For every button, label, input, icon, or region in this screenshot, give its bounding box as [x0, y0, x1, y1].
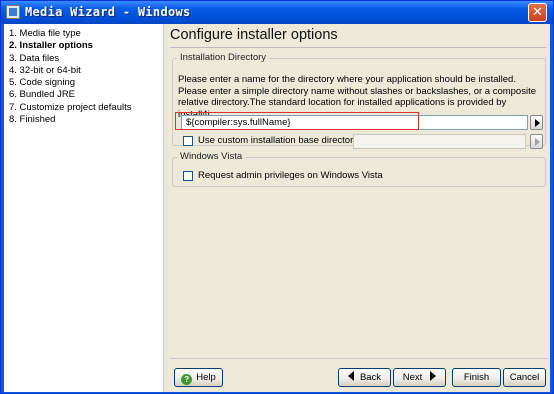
- step-item: 1. Media file type: [9, 28, 81, 39]
- admin-privileges-checkbox[interactable]: [183, 171, 193, 181]
- installation-directory-label: Installation Directory: [177, 52, 270, 63]
- installation-directory-group: Installation Directory Please enter a na…: [172, 52, 546, 149]
- back-button[interactable]: Back: [338, 368, 391, 387]
- arrow-left-icon: [347, 371, 354, 381]
- help-button[interactable]: ? Help: [174, 368, 223, 387]
- finish-button[interactable]: Finish: [452, 368, 501, 387]
- main-panel: Configure installer options Installation…: [164, 24, 550, 392]
- step-item: 6. Bundled JRE: [9, 89, 76, 101]
- wizard-window: Media Wizard - Windows ✕ 1. Media file t…: [0, 0, 554, 394]
- button-bar-divider: [170, 358, 548, 359]
- help-icon: ?: [181, 374, 193, 385]
- next-button[interactable]: Next: [393, 368, 446, 387]
- cancel-button[interactable]: Cancel: [503, 368, 546, 387]
- step-item: 5. Code signing: [9, 77, 76, 89]
- app-icon: [6, 5, 20, 19]
- dialog-client-area: 1. Media file type 2. Installer options …: [4, 24, 550, 392]
- step-item: 7. Customize project defaults: [9, 101, 132, 113]
- custom-base-browse-button[interactable]: [530, 134, 543, 149]
- wizard-steps-list: 1. Media file type 2. Installer options …: [4, 24, 164, 392]
- next-button-label: Next: [402, 372, 423, 383]
- finish-button-label: Finish: [463, 372, 490, 383]
- close-button[interactable]: ✕: [528, 3, 547, 22]
- window-title: Media Wizard - Windows: [25, 5, 191, 19]
- use-custom-base-checkbox[interactable]: [183, 136, 193, 146]
- arrow-right-icon: [430, 371, 437, 381]
- step-item: 4. 32-bit or 64-bit: [9, 64, 81, 76]
- directory-variable-button[interactable]: [530, 115, 543, 130]
- cancel-button-label: Cancel: [509, 372, 540, 383]
- page-title: Configure installer options: [170, 27, 338, 43]
- heading-divider: [170, 47, 546, 48]
- step-item: 3. Data files: [9, 52, 60, 64]
- title-bar[interactable]: Media Wizard - Windows ✕: [1, 1, 553, 24]
- back-button-label: Back: [359, 372, 382, 383]
- admin-privileges-label: Request admin privileges on Windows Vist…: [198, 170, 383, 181]
- directory-name-input[interactable]: ${compiler:sys.fullName}: [181, 115, 528, 130]
- custom-base-directory-input[interactable]: [353, 134, 526, 149]
- step-item-active: 2. Installer options: [9, 40, 93, 52]
- step-item: 8. Finished: [9, 114, 56, 126]
- help-button-label: Help: [196, 372, 216, 383]
- windows-vista-group: Windows Vista Request admin privileges o…: [172, 151, 546, 187]
- close-icon: ✕: [532, 5, 543, 20]
- windows-vista-label: Windows Vista: [177, 151, 246, 162]
- installation-directory-description: Please enter a name for the directory wh…: [178, 74, 537, 120]
- use-custom-base-label: Use custom installation base directory:: [198, 135, 361, 146]
